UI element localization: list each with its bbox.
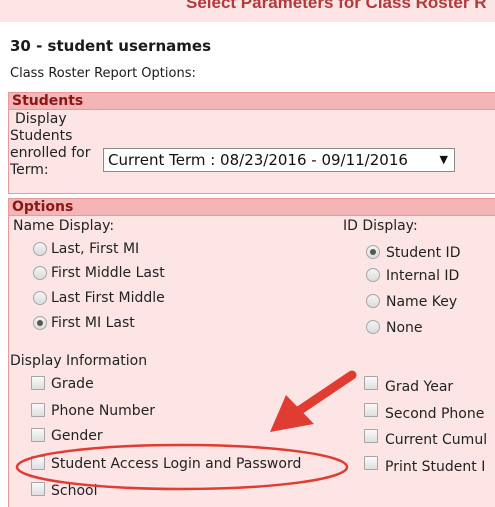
name-option-last-first-middle-radio[interactable] bbox=[33, 291, 47, 305]
name-option-first-mi-last-label[interactable]: First MI Last bbox=[51, 315, 135, 331]
id-option-internal-id-radio[interactable] bbox=[366, 268, 380, 282]
page-title-banner: Select Parameters for Class Roster R bbox=[0, 0, 495, 22]
term-select-value: Current Term : 08/23/2016 - 09/11/2016 bbox=[108, 151, 408, 169]
phone-number-checkbox[interactable] bbox=[31, 403, 45, 417]
page-title: Select Parameters for Class Roster R bbox=[186, 0, 487, 12]
id-option-internal-id-label[interactable]: Internal ID bbox=[386, 268, 459, 284]
grad-year-checkbox-label[interactable]: Grad Year bbox=[385, 379, 453, 395]
term-select[interactable]: Current Term : 08/23/2016 - 09/11/2016 ▼ bbox=[103, 148, 455, 172]
id-option-name-key-radio[interactable] bbox=[366, 294, 380, 308]
current-cumulative-checkbox-label[interactable]: Current Cumul bbox=[385, 432, 487, 448]
report-options-label: Class Roster Report Options: bbox=[10, 66, 196, 81]
gender-checkbox-label[interactable]: Gender bbox=[51, 428, 103, 444]
name-option-first-middle-last-radio[interactable] bbox=[33, 266, 47, 280]
options-section-header: Options bbox=[9, 199, 495, 216]
phone-number-checkbox-label[interactable]: Phone Number bbox=[51, 403, 155, 419]
id-display-label: ID Display: bbox=[343, 218, 418, 234]
print-student-checkbox-label[interactable]: Print Student I bbox=[385, 459, 485, 475]
display-students-label-line1: Display bbox=[15, 111, 67, 127]
grade-checkbox-label[interactable]: Grade bbox=[51, 376, 94, 392]
name-option-last-first-mi-label[interactable]: Last, First MI bbox=[51, 241, 139, 257]
display-information-label: Display Information bbox=[10, 353, 148, 369]
id-option-student-id-radio[interactable] bbox=[366, 245, 380, 259]
student-access-login-checkbox[interactable] bbox=[31, 456, 45, 470]
school-checkbox[interactable] bbox=[31, 482, 45, 496]
print-student-checkbox[interactable] bbox=[364, 456, 378, 470]
second-phone-checkbox-label[interactable]: Second Phone bbox=[385, 406, 484, 422]
name-option-last-first-middle-label[interactable]: Last First Middle bbox=[51, 290, 165, 306]
name-option-first-middle-last-label[interactable]: First Middle Last bbox=[51, 265, 165, 281]
id-option-none-label[interactable]: None bbox=[386, 320, 423, 336]
display-students-label-line3: enrolled for bbox=[10, 145, 91, 161]
students-section-header: Students bbox=[9, 93, 495, 110]
display-students-label-line2: Students bbox=[10, 128, 73, 144]
id-option-none-radio[interactable] bbox=[366, 320, 380, 334]
students-section: Students bbox=[8, 92, 495, 194]
id-option-name-key-label[interactable]: Name Key bbox=[386, 294, 457, 310]
second-phone-checkbox[interactable] bbox=[364, 403, 378, 417]
grad-year-checkbox[interactable] bbox=[364, 376, 378, 390]
school-checkbox-label[interactable]: School bbox=[51, 483, 97, 499]
dropdown-arrow-icon: ▼ bbox=[439, 153, 448, 166]
name-option-last-first-mi-radio[interactable] bbox=[33, 242, 47, 256]
grade-checkbox[interactable] bbox=[31, 376, 45, 390]
id-option-student-id-label[interactable]: Student ID bbox=[386, 245, 460, 261]
gender-checkbox[interactable] bbox=[31, 428, 45, 442]
name-option-first-mi-last-radio[interactable] bbox=[33, 316, 47, 330]
current-cumulative-checkbox[interactable] bbox=[364, 429, 378, 443]
name-display-label: Name Display: bbox=[13, 218, 115, 234]
display-students-label-line4: Term: bbox=[10, 162, 49, 178]
report-title: 30 - student usernames bbox=[10, 37, 212, 55]
student-access-login-checkbox-label[interactable]: Student Access Login and Password bbox=[51, 456, 301, 472]
